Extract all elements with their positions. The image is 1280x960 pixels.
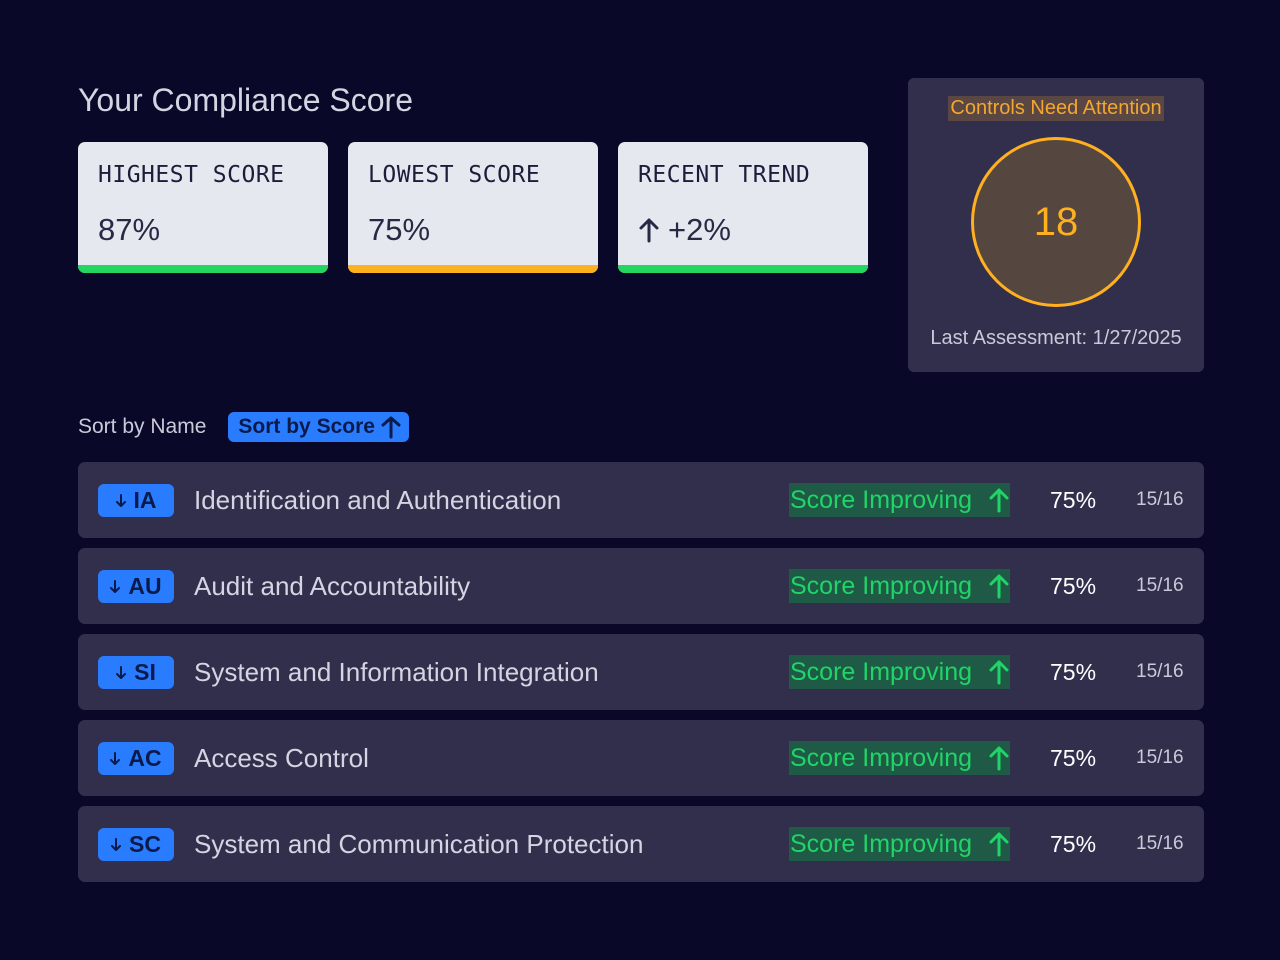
status-bar bbox=[618, 265, 868, 273]
trend-label: Score Improving bbox=[790, 743, 973, 772]
sort-by-score-button[interactable]: Sort by Score bbox=[228, 412, 409, 442]
trend-status: Score Improving bbox=[789, 569, 1010, 603]
lowest-score-card: LOWEST SCORE 75% bbox=[348, 142, 598, 273]
card-value: +2% bbox=[638, 212, 848, 248]
attention-title: Controls Need Attention bbox=[948, 96, 1164, 121]
card-label: HIGHEST SCORE bbox=[98, 162, 285, 188]
family-code: SC bbox=[129, 831, 161, 857]
table-row[interactable]: SC System and Communication Protection S… bbox=[78, 806, 1204, 882]
family-score: 75% bbox=[1050, 572, 1097, 599]
arrow-up-icon bbox=[989, 660, 1009, 685]
score-cards: HIGHEST SCORE 87% LOWEST SCORE 75% RECEN… bbox=[78, 142, 868, 273]
card-value: 75% bbox=[368, 212, 578, 248]
table-row[interactable]: AC Access Control Score Improving 75% 15… bbox=[78, 720, 1204, 796]
family-control-count: 15/16 bbox=[1136, 833, 1184, 854]
status-bar bbox=[78, 265, 328, 273]
family-name: Identification and Authentication bbox=[194, 484, 562, 515]
trend-status: Score Improving bbox=[789, 483, 1010, 517]
family-control-count: 15/16 bbox=[1136, 747, 1184, 768]
family-code-badge[interactable]: SI bbox=[98, 656, 174, 689]
arrow-up-icon bbox=[989, 574, 1009, 599]
family-name: Audit and Accountability bbox=[194, 570, 471, 601]
highest-score-card: HIGHEST SCORE 87% bbox=[78, 142, 328, 273]
arrow-down-icon bbox=[116, 665, 127, 679]
family-code: AC bbox=[128, 745, 162, 771]
card-value: 87% bbox=[98, 212, 308, 248]
family-score: 75% bbox=[1050, 744, 1097, 771]
arrow-down-icon bbox=[110, 579, 121, 593]
trend-label: Score Improving bbox=[790, 571, 973, 600]
status-bar bbox=[348, 265, 598, 273]
arrow-down-icon bbox=[111, 837, 122, 851]
arrow-up-icon bbox=[989, 832, 1009, 857]
recent-trend-value: +2% bbox=[668, 212, 731, 247]
family-control-count: 15/16 bbox=[1136, 661, 1184, 682]
family-code: SI bbox=[134, 659, 156, 685]
sort-by-name-button[interactable]: Sort by Name bbox=[78, 415, 206, 439]
control-family-list: IA Identification and Authentication Sco… bbox=[78, 462, 1204, 892]
attention-count: 18 bbox=[1033, 199, 1079, 244]
arrow-down-icon bbox=[110, 751, 121, 765]
last-assessment: Last Assessment: 1/27/2025 bbox=[930, 327, 1182, 349]
arrow-up-icon bbox=[989, 488, 1009, 513]
sort-controls: Sort by Name Sort by Score bbox=[78, 412, 409, 442]
family-score: 75% bbox=[1050, 830, 1097, 857]
attention-count-ring: 18 bbox=[971, 137, 1141, 307]
arrow-up-icon bbox=[381, 416, 401, 439]
family-code: AU bbox=[128, 573, 162, 599]
recent-trend-card: RECENT TREND +2% bbox=[618, 142, 868, 273]
family-code-badge[interactable]: SC bbox=[98, 828, 174, 861]
trend-label: Score Improving bbox=[790, 657, 973, 686]
trend-status: Score Improving bbox=[789, 741, 1010, 775]
card-label: LOWEST SCORE bbox=[368, 162, 541, 188]
trend-status: Score Improving bbox=[789, 827, 1010, 861]
family-name: Access Control bbox=[194, 742, 369, 773]
table-row[interactable]: SI System and Information Integration Sc… bbox=[78, 634, 1204, 710]
trend-label: Score Improving bbox=[790, 485, 973, 514]
family-score: 75% bbox=[1050, 658, 1097, 685]
arrow-down-icon bbox=[115, 493, 126, 507]
highest-score-value: 87% bbox=[98, 212, 161, 247]
card-label: RECENT TREND bbox=[638, 162, 811, 188]
family-name: System and Communication Protection bbox=[194, 828, 644, 859]
sort-by-score-label: Sort by Score bbox=[238, 415, 375, 438]
family-code-badge[interactable]: AU bbox=[98, 570, 174, 603]
controls-attention-panel: Controls Need Attention 18 Last Assessme… bbox=[908, 78, 1204, 372]
page-title: Your Compliance Score bbox=[78, 82, 413, 118]
family-score: 75% bbox=[1050, 486, 1097, 513]
table-row[interactable]: IA Identification and Authentication Sco… bbox=[78, 462, 1204, 538]
arrow-up-icon bbox=[639, 218, 659, 243]
family-control-count: 15/16 bbox=[1136, 575, 1184, 596]
family-code-badge[interactable]: IA bbox=[98, 484, 174, 517]
arrow-up-icon bbox=[989, 746, 1009, 771]
trend-status: Score Improving bbox=[789, 655, 1010, 689]
lowest-score-value: 75% bbox=[368, 212, 431, 247]
table-row[interactable]: AU Audit and Accountability Score Improv… bbox=[78, 548, 1204, 624]
family-control-count: 15/16 bbox=[1136, 489, 1184, 510]
family-code-badge[interactable]: AC bbox=[98, 742, 174, 775]
trend-label: Score Improving bbox=[790, 829, 973, 858]
family-name: System and Information Integration bbox=[194, 656, 599, 687]
family-code: IA bbox=[133, 487, 157, 513]
